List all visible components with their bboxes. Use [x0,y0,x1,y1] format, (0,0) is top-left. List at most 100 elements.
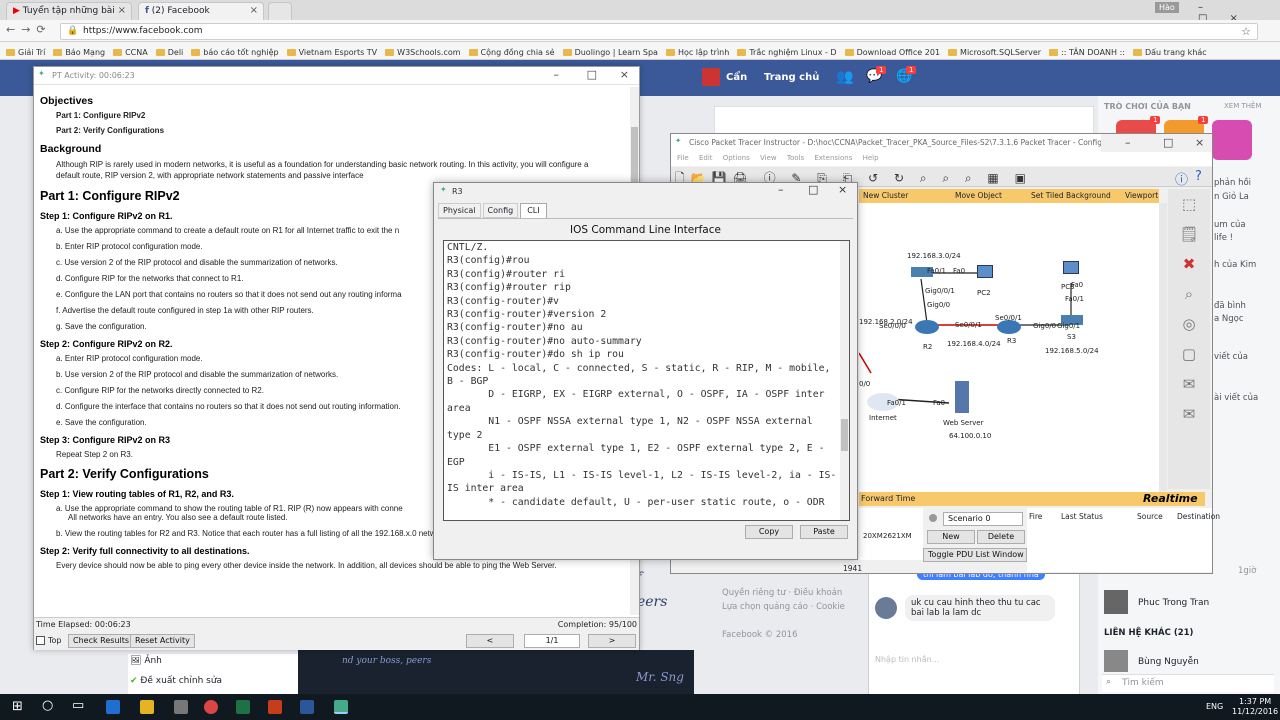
contact-name[interactable]: Bùng Nguyễn [1138,657,1199,667]
packet-tracer-taskbar-icon[interactable] [334,700,348,714]
close-icon[interactable]: × [118,5,126,16]
bookmark-item[interactable]: Cộng đồng chia sẻ [468,45,555,59]
set-tiled-background-button[interactable]: Set Tiled Background [1031,191,1111,200]
avatar[interactable] [702,68,720,86]
maximize-icon[interactable]: □ [808,183,818,196]
bookmark-item[interactable]: Giải Trí [6,45,45,59]
paste-button[interactable]: Paste [800,525,848,539]
edge-icon[interactable] [106,700,120,714]
powerpoint-icon[interactable] [268,700,282,714]
see-all-link[interactable]: XEM THÊM [1224,102,1262,110]
chat-input[interactable]: Nhập tin nhắn... [875,655,939,664]
excel-icon[interactable] [236,700,250,714]
top-checkbox[interactable] [36,636,45,645]
device-model[interactable]: 20XM [863,532,883,540]
realtime-mode[interactable]: Realtime [1143,492,1198,505]
cli-terminal[interactable]: CNTL/Z. R3(config)#rou R3(config)#router… [443,240,850,521]
user-badge[interactable]: Hào [1155,2,1179,13]
viewport-button[interactable]: Viewport [1125,191,1158,200]
menu-edit[interactable]: Edit [699,154,713,162]
delete-scenario-button[interactable]: Delete [977,530,1025,544]
move-object-button[interactable]: Move Object [955,191,1002,200]
footer-link[interactable]: Quyền riêng tư [722,588,786,598]
bookmark-item[interactable]: Vietnam Esports TV [286,45,377,59]
bookmark-item[interactable]: Duolingo | Learn Spa [562,45,658,59]
tab-facebook[interactable]: f (2) Facebook × [138,2,264,20]
bookmark-item[interactable]: CCNA [113,45,148,59]
explorer-icon[interactable] [140,700,154,714]
language-indicator[interactable]: ENG [1206,702,1223,711]
reset-activity-button[interactable]: Reset Activity [130,634,195,648]
menu-extensions[interactable]: Extensions [814,154,852,162]
close-icon[interactable]: × [838,183,847,196]
bookmark-item[interactable]: báo cáo tốt nghiệp [191,45,279,59]
toggle-pdu-list-button[interactable]: Toggle PDU List Window [923,548,1027,562]
footer-link[interactable]: Cookie [816,602,845,612]
close-icon[interactable]: × [250,5,258,16]
tab-cli[interactable]: CLI [520,203,547,218]
server-icon[interactable] [955,381,969,413]
tab-physical[interactable]: Physical [438,203,481,218]
router-icon[interactable] [915,320,939,334]
scenario-select[interactable]: Scenario 0 [943,512,1023,526]
help-icon[interactable]: ? [1195,169,1202,184]
word-icon[interactable] [300,700,314,714]
maximize-icon[interactable]: □ [587,68,597,81]
bookmark-item[interactable]: :: TÂN DOANH :: [1049,45,1125,59]
contact-name[interactable]: Phuc Trong Tran [1138,598,1209,608]
next-page-button[interactable]: > [588,634,636,648]
info-icon[interactable]: ⓘ [1175,169,1188,188]
bookmark-item[interactable]: Học lập trình [665,45,729,59]
bookmark-item[interactable]: Microsoft.SQLServer [948,45,1041,59]
minimize-icon[interactable]: – [1125,136,1131,149]
tab-youtube[interactable]: ▶ Tuyển tập những bài × [6,2,132,20]
device-picker[interactable]: 20XM 2621XM [859,508,923,560]
menu-help[interactable]: Help [863,154,879,162]
star-icon[interactable]: ☆ [1241,25,1251,38]
search-icon[interactable]: ○ [42,698,53,713]
copy-button[interactable]: Copy [745,525,793,539]
avatar[interactable] [1104,590,1128,614]
bookmark-item[interactable]: Deli [155,45,183,59]
topology-canvas[interactable]: 192.168.3.0/24 Fa0/1 Fa0 PC2 Gig0/0/1 Gi… [859,203,1159,499]
maximize-icon[interactable]: □ [1163,136,1173,149]
cli-scrollbar[interactable] [840,241,849,520]
menu-view[interactable]: View [760,154,777,162]
menu-options[interactable]: Options [723,154,750,162]
start-icon[interactable]: ⊞ [12,699,23,714]
clock[interactable]: 1:37 PM 11/12/2016 [1232,697,1278,717]
minimize-icon[interactable]: – [778,183,784,196]
pc-icon[interactable] [1063,261,1079,274]
profile-link[interactable]: Cẩn [726,72,747,83]
bookmark-item[interactable]: Báo Mạng [53,45,105,59]
store-icon[interactable] [174,700,188,714]
menu-file[interactable]: File [677,154,689,162]
prev-page-button[interactable]: < [466,634,514,648]
new-tab-button[interactable] [268,2,292,20]
close-icon[interactable]: × [620,68,629,81]
game-tile[interactable] [1212,120,1252,160]
scrollbar-thumb[interactable] [841,419,848,451]
home-link[interactable]: Trang chủ [764,72,819,83]
minimize-icon[interactable]: – [554,68,560,81]
new-scenario-button[interactable]: New [927,530,975,544]
bookmark-item[interactable]: W3Schools.com [385,45,461,59]
right-tool-palette[interactable]: ⬚ 🗒 ✖ ⌕ ◎ ▢ ✉ ✉ [1168,189,1210,489]
nav-arrows-icon[interactable]: ←→⟳ [6,23,52,36]
router-icon[interactable] [997,320,1021,334]
footer-link[interactable]: Điều khoản [794,588,842,598]
contact-search[interactable]: ⌕ Tìm kiếm [1102,674,1274,692]
friends-icon[interactable]: 👥 [836,69,853,85]
close-icon[interactable]: × [1195,136,1204,149]
avatar[interactable] [1104,650,1128,672]
canvas-scrollbar[interactable] [1159,203,1167,491]
footer-link[interactable]: Lựa chọn quảng cáo [722,602,808,612]
check-results-button[interactable]: Check Results [68,634,135,648]
menu-item-photos[interactable]: 🖼 Ảnh [130,656,162,666]
bookmark-item[interactable]: Dấu trang khác [1132,45,1207,59]
new-cluster-button[interactable]: New Cluster [863,191,908,200]
task-view-icon[interactable]: ▭ [72,698,84,713]
bookmark-item[interactable]: Trắc nghiệm Linux - D [737,45,837,59]
chrome-icon[interactable] [204,700,218,714]
menu-tools[interactable]: Tools [787,154,804,162]
